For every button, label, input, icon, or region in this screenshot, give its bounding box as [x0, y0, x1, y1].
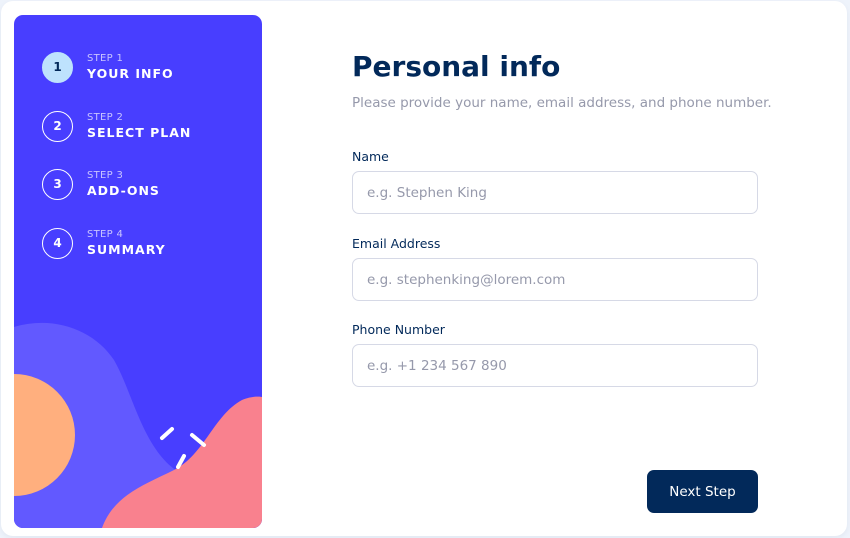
step-label: STEP 2	[87, 112, 124, 123]
sidebar-background-illustration	[14, 322, 262, 528]
step-label: STEP 1	[87, 53, 124, 64]
sidebar-step-your-info[interactable]: 1 STEP 1 YOUR INFO	[42, 50, 174, 84]
sidebar-step-summary[interactable]: 4 STEP 4 SUMMARY	[42, 226, 166, 260]
step-title: YOUR INFO	[87, 66, 174, 81]
sidebar: 1 STEP 1 YOUR INFO 2 STEP 2 SELECT PLAN …	[14, 15, 262, 528]
step-number-badge: 1	[42, 51, 73, 83]
email-input[interactable]	[352, 258, 758, 301]
step-label: STEP 3	[87, 170, 124, 181]
step-title: SUMMARY	[87, 242, 166, 257]
phone-input[interactable]	[352, 344, 758, 387]
sidebar-step-add-ons[interactable]: 3 STEP 3 ADD-ONS	[42, 167, 160, 201]
step-title: SELECT PLAN	[87, 125, 192, 140]
name-label: Name	[352, 149, 389, 164]
page-subtitle: Please provide your name, email address,…	[352, 95, 772, 111]
sparkle-line-2	[190, 433, 206, 447]
next-step-button[interactable]: Next Step	[647, 470, 758, 513]
page-title: Personal info	[352, 50, 561, 83]
email-label: Email Address	[352, 236, 441, 251]
step-label: STEP 4	[87, 229, 124, 240]
sidebar-step-select-plan[interactable]: 2 STEP 2 SELECT PLAN	[42, 109, 191, 143]
step-title: ADD-ONS	[87, 183, 160, 198]
name-input[interactable]	[352, 171, 758, 214]
sparkle-line-1	[160, 427, 174, 440]
phone-label: Phone Number	[352, 322, 445, 337]
step-number-badge: 3	[42, 168, 73, 200]
personal-info-form: Personal info Please provide your name, …	[352, 0, 772, 538]
step-number-badge: 4	[42, 227, 73, 259]
step-number-badge: 2	[42, 110, 73, 142]
